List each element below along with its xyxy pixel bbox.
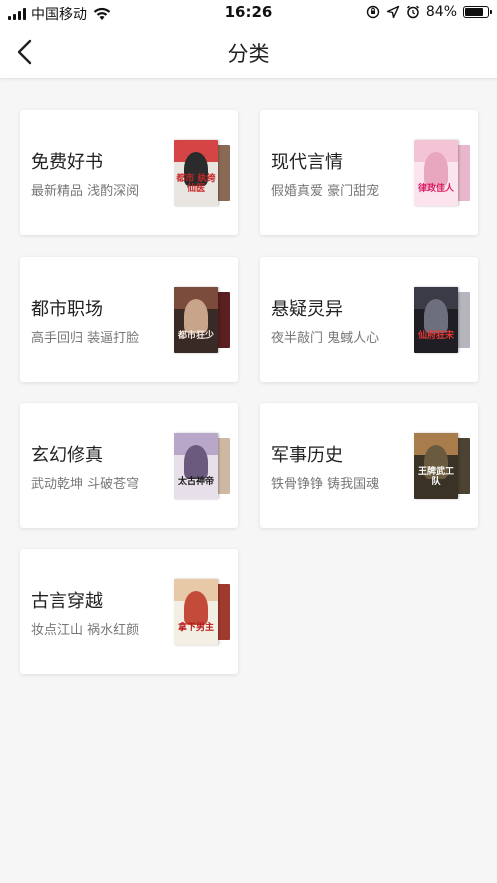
category-subtitle: 武动乾坤 斗破苍穹 [31, 477, 140, 492]
book-cover-stack: 都市狂少 [174, 287, 232, 353]
category-card[interactable]: 现代言情 假婚真爱 豪门甜宠 律政佳人 [260, 110, 478, 235]
category-subtitle: 最新精品 浅酌深阅 [31, 184, 140, 199]
category-card[interactable]: 悬疑灵异 夜半敲门 鬼蜮人心 仙府狂宋 [260, 257, 478, 382]
book-cover-title: 都市 纨绔仙医 [176, 174, 216, 194]
page-title: 分类 [227, 42, 270, 66]
status-bar-right: 84% [366, 4, 492, 20]
category-subtitle: 铁骨铮铮 铸我国魂 [271, 477, 380, 492]
category-title: 玄幻修真 [31, 445, 103, 466]
alarm-icon [406, 5, 419, 19]
book-cover-back [456, 438, 470, 494]
book-cover: 都市 纨绔仙医 [174, 140, 218, 206]
category-subtitle: 夜半敲门 鬼蜮人心 [271, 331, 380, 346]
book-cover-back [216, 145, 230, 201]
book-cover: 都市狂少 [174, 287, 218, 353]
battery-percent: 84% [425, 4, 457, 20]
book-cover-title: 王牌武工队 [417, 467, 454, 487]
book-cover-title: 仙府狂宋 [417, 331, 454, 341]
category-card[interactable]: 古言穿越 妆点江山 祸水红颜 拿下男主 [20, 549, 238, 674]
category-title: 古言穿越 [31, 591, 103, 612]
book-cover-stack: 王牌武工队 [414, 433, 472, 499]
book-cover: 拿下男主 [174, 579, 218, 645]
book-cover-stack: 都市 纨绔仙医 [174, 140, 232, 206]
category-card[interactable]: 玄幻修真 武动乾坤 斗破苍穹 太古神帝 [20, 403, 238, 528]
book-cover-title: 都市狂少 [177, 331, 214, 341]
location-icon [386, 5, 400, 19]
book-cover-back [216, 438, 230, 494]
category-title: 悬疑灵异 [271, 299, 343, 320]
category-subtitle: 假婚真爱 豪门甜宠 [271, 184, 380, 199]
category-subtitle: 妆点江山 祸水红颜 [31, 623, 140, 638]
book-cover-title: 太古神帝 [177, 477, 214, 487]
status-bar: 中国移动 16:26 84% [0, 0, 497, 26]
category-title: 免费好书 [31, 152, 103, 173]
book-cover: 王牌武工队 [414, 433, 458, 499]
book-cover: 仙府狂宋 [414, 287, 458, 353]
category-title: 现代言情 [271, 152, 343, 173]
book-cover-title: 拿下男主 [177, 623, 214, 633]
rotation-lock-icon [366, 5, 380, 19]
book-cover-stack: 律政佳人 [414, 140, 472, 206]
book-cover-back [456, 145, 470, 201]
category-card[interactable]: 都市职场 高手回归 装逼打脸 都市狂少 [20, 257, 238, 382]
category-title: 军事历史 [271, 445, 343, 466]
category-card[interactable]: 免费好书 最新精品 浅酌深阅 都市 纨绔仙医 [20, 110, 238, 235]
book-cover: 太古神帝 [174, 433, 218, 499]
category-card[interactable]: 军事历史 铁骨铮铮 铸我国魂 王牌武工队 [260, 403, 478, 528]
book-cover-stack: 太古神帝 [174, 433, 232, 499]
book-cover-back [216, 584, 230, 640]
nav-bar: 分类 [0, 26, 497, 79]
battery-icon [463, 6, 492, 18]
book-cover-title: 律政佳人 [417, 184, 454, 194]
book-cover-back [456, 292, 470, 348]
book-cover-back [216, 292, 230, 348]
category-subtitle: 高手回归 装逼打脸 [31, 331, 140, 346]
book-cover: 律政佳人 [414, 140, 458, 206]
book-cover-stack: 拿下男主 [174, 579, 232, 645]
category-title: 都市职场 [31, 299, 103, 320]
battery-fill [465, 8, 484, 16]
book-cover-stack: 仙府狂宋 [414, 287, 472, 353]
